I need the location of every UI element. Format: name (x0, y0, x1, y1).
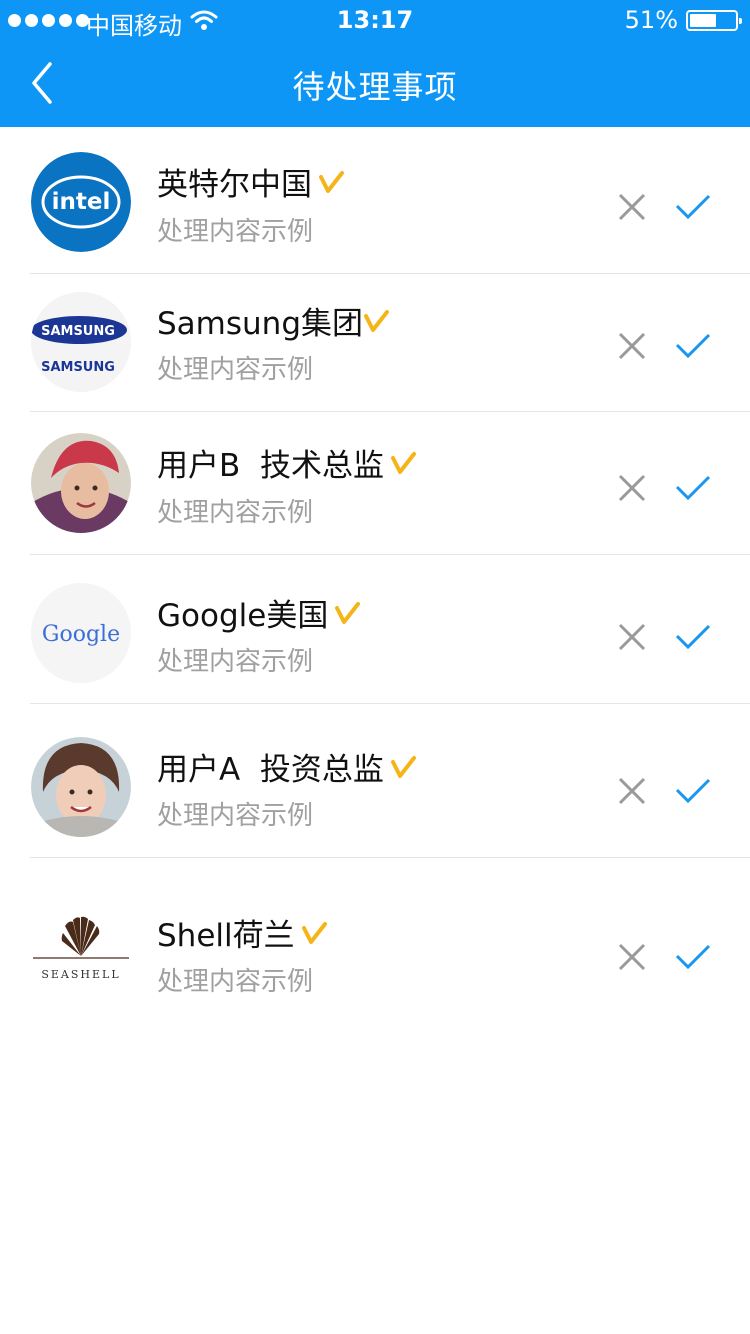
item-name: Google美国 (157, 598, 329, 634)
check-icon (675, 475, 711, 501)
battery-icon (686, 10, 742, 31)
item-name: 用户A 投资总监 (157, 752, 384, 788)
status-bar: 中国移动 13:17 51% (0, 0, 750, 40)
page-title: 待处理事项 (292, 68, 458, 106)
close-icon (618, 943, 646, 971)
battery-percent: 51% (624, 6, 678, 34)
v-badge-icon (301, 921, 327, 944)
item-subtitle: 处理内容示例 (157, 217, 314, 247)
intel-logo: intel (31, 152, 131, 252)
google-logo: Google (31, 583, 131, 683)
accept-button[interactable] (672, 937, 714, 977)
accept-button[interactable] (672, 617, 714, 657)
svg-text:Google: Google (42, 622, 120, 647)
close-icon (618, 193, 646, 221)
accept-button[interactable] (672, 187, 714, 227)
item-subtitle: 处理内容示例 (157, 498, 314, 528)
list-item[interactable]: Google Google美国 处理内容示例 (0, 555, 750, 704)
samsung-logo: SAMSUNG SAMSUNG (31, 292, 131, 392)
v-badge-icon (390, 451, 416, 474)
svg-text:SEASHELL: SEASHELL (41, 968, 120, 981)
item-name: Samsung集团 (157, 306, 363, 342)
accept-button[interactable] (672, 326, 714, 366)
reject-button[interactable] (612, 617, 652, 657)
close-icon (618, 623, 646, 651)
reject-button[interactable] (612, 468, 652, 508)
todo-list: intel 英特尔中国 处理内容示例 SAMSUNG SAMSUNG Samsu… (0, 127, 750, 1028)
accept-button[interactable] (672, 468, 714, 508)
user-photo (31, 737, 131, 837)
close-icon (618, 474, 646, 502)
item-subtitle: 处理内容示例 (157, 355, 314, 385)
list-item[interactable]: intel 英特尔中国 处理内容示例 (0, 127, 750, 274)
item-name: Shell荷兰 (157, 918, 295, 954)
v-badge-icon (319, 170, 344, 193)
check-icon (675, 944, 711, 970)
reject-button[interactable] (612, 771, 652, 811)
item-name: 用户B 技术总监 (157, 448, 384, 484)
svg-text:SAMSUNG: SAMSUNG (41, 324, 115, 339)
item-name: 英特尔中国 (157, 167, 312, 203)
check-icon (675, 778, 711, 804)
user-photo (31, 433, 131, 533)
header: 中国移动 13:17 51% 待处理事项 (0, 0, 750, 127)
close-icon (618, 777, 646, 805)
seashell-logo: SEASHELL (31, 906, 131, 1006)
accept-button[interactable] (672, 771, 714, 811)
reject-button[interactable] (612, 937, 652, 977)
check-icon (675, 624, 711, 650)
v-badge-icon (335, 601, 361, 624)
v-badge-icon (390, 755, 416, 778)
list-item[interactable]: 用户B 技术总监 处理内容示例 (0, 412, 750, 555)
svg-text:SAMSUNG: SAMSUNG (41, 360, 115, 375)
item-subtitle: 处理内容示例 (157, 967, 314, 997)
check-icon (675, 333, 711, 359)
item-subtitle: 处理内容示例 (157, 647, 314, 677)
reject-button[interactable] (612, 187, 652, 227)
list-item[interactable]: SAMSUNG SAMSUNG Samsung集团 处理内容示例 (0, 274, 750, 412)
reject-button[interactable] (612, 326, 652, 366)
v-badge-icon (364, 309, 389, 332)
close-icon (618, 332, 646, 360)
list-item[interactable]: SEASHELL Shell荷兰 处理内容示例 (0, 858, 750, 1028)
item-subtitle: 处理内容示例 (157, 801, 314, 831)
check-icon (675, 194, 711, 220)
svg-text:intel: intel (52, 189, 111, 215)
list-item[interactable]: 用户A 投资总监 处理内容示例 (0, 704, 750, 858)
nav-bar: 待处理事项 (0, 40, 750, 127)
